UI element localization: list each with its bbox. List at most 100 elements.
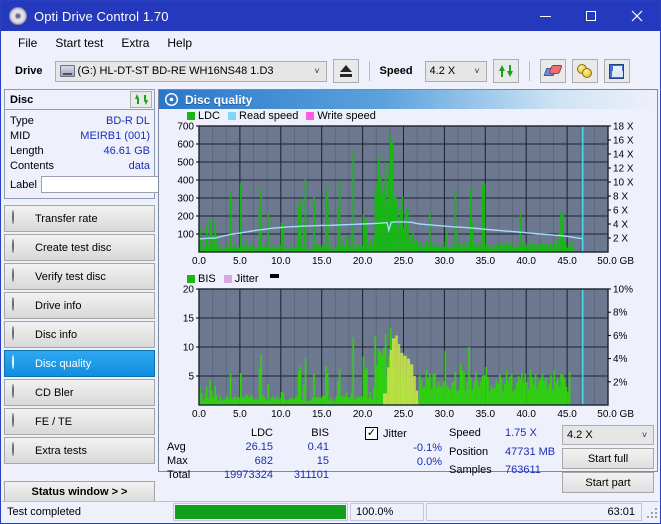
svg-text:100: 100 xyxy=(177,230,194,241)
svg-text:500: 500 xyxy=(177,158,194,169)
speed-label: Speed xyxy=(379,65,413,77)
legend-label-jitter: Jitter xyxy=(234,272,259,285)
progress-bar xyxy=(173,503,348,521)
legend-label-ldc: LDC xyxy=(198,109,221,122)
close-button[interactable] xyxy=(614,1,660,31)
disc-icon xyxy=(12,268,27,284)
svg-text:10 X: 10 X xyxy=(613,178,634,189)
disc-panel-title: Disc xyxy=(10,93,34,106)
stats-row-label-total: Total xyxy=(167,469,191,481)
speed-select-value: 4.2 X xyxy=(429,65,456,77)
test-speed-value: 4.2 X xyxy=(567,429,593,441)
action-buttons: 4.2 X ˅ Start full Start part xyxy=(562,425,654,493)
sidebar-item-create-test-disc[interactable]: Create test disc xyxy=(4,234,155,261)
maximize-button[interactable] xyxy=(568,1,614,31)
legend-swatch-bis xyxy=(187,274,195,283)
legend-swatch-write-speed xyxy=(306,111,315,120)
menu-start-test[interactable]: Start test xyxy=(46,34,112,52)
status-window-button[interactable]: Status window > > xyxy=(4,481,155,502)
toolbar: Drive (G:) HL-DT-ST BD-RE WH16NS48 1.D3 … xyxy=(1,55,660,87)
refresh-button[interactable] xyxy=(492,59,519,83)
test-speed-select[interactable]: 4.2 X ˅ xyxy=(562,425,654,445)
speed-select[interactable]: 4.2 X ˅ xyxy=(424,60,487,82)
progress-percent: 100.0% xyxy=(350,503,424,521)
bis-plot: 5 10 15 20 2% 4% 6% 8% 10% 0.0 5.0 10.0 15.0 20.0 25.0… xyxy=(183,285,634,420)
svg-text:5.0: 5.0 xyxy=(233,409,247,420)
svg-text:20.0: 20.0 xyxy=(353,409,373,420)
menu-file[interactable]: File xyxy=(9,34,46,52)
menu-help[interactable]: Help xyxy=(158,34,201,52)
bookmark-button[interactable] xyxy=(571,59,598,83)
sidebar-item-disc-quality[interactable]: Disc quality xyxy=(4,350,155,377)
sidebar-item-verify-test-disc[interactable]: Verify test disc xyxy=(4,263,155,290)
svg-text:40.0: 40.0 xyxy=(516,409,536,420)
ldc-plot: 100 200 300 400 500 600 700 2 X 4 X 6 X 8 X 10 X 12 … xyxy=(177,122,634,267)
svg-text:16 X: 16 X xyxy=(613,136,634,147)
status-window-label: Status window > > xyxy=(31,485,128,498)
resize-grip-icon[interactable] xyxy=(645,506,657,518)
svg-text:40.0: 40.0 xyxy=(516,256,536,267)
speed-info-label: Speed xyxy=(449,427,481,439)
run-info: Speed 1.75 X Position 47731 MB Samples 7… xyxy=(449,427,573,481)
stats-total-bis: 311101 xyxy=(293,469,329,481)
svg-text:5.0: 5.0 xyxy=(233,256,247,267)
disc-icon xyxy=(165,93,178,106)
chevron-down-icon: ˅ xyxy=(474,66,480,76)
start-full-label: Start full xyxy=(587,452,629,465)
stats-header-ldc: LDC xyxy=(250,427,273,439)
refresh-icon xyxy=(134,93,148,106)
save-icon xyxy=(609,63,625,79)
menu-bar: File Start test Extra Help xyxy=(1,31,660,55)
disc-row-length-value: 46.61 GB xyxy=(103,144,150,157)
jitter-column: ✓ Jitter -0.1% 0.0% xyxy=(335,427,443,481)
sidebar-item-transfer-rate[interactable]: Transfer rate xyxy=(4,205,155,232)
minimize-button[interactable] xyxy=(522,1,568,31)
svg-text:6%: 6% xyxy=(613,331,628,342)
svg-text:45.0: 45.0 xyxy=(557,409,577,420)
jitter-checkbox[interactable]: ✓ xyxy=(365,427,378,440)
sidebar-item-label: Extra tests xyxy=(35,444,87,457)
drive-select[interactable]: (G:) HL-DT-ST BD-RE WH16NS48 1.D3 ˅ xyxy=(54,60,327,82)
stats-avg-bis: 0.41 xyxy=(307,441,329,453)
svg-text:50.0 GB: 50.0 GB xyxy=(597,409,634,420)
svg-text:50.0 GB: 50.0 GB xyxy=(597,256,634,267)
legend-label-read-speed: Read speed xyxy=(239,109,299,122)
disc-row-mid-value: MEIRB1 (001) xyxy=(80,129,150,142)
sidebar-item-disc-info[interactable]: Disc info xyxy=(4,321,155,348)
svg-text:12 X: 12 X xyxy=(613,164,634,175)
sidebar-item-cd-bler[interactable]: CD Bler xyxy=(4,379,155,406)
stats-total-ldc: 19973324 xyxy=(224,469,273,481)
disc-icon xyxy=(12,442,27,458)
sidebar-item-fe-te[interactable]: FE / TE xyxy=(4,408,155,435)
start-full-button[interactable]: Start full xyxy=(562,448,654,469)
disc-icon xyxy=(12,210,27,226)
eject-icon xyxy=(339,65,352,77)
panel-title: Disc quality xyxy=(185,92,253,107)
sidebar-item-drive-info[interactable]: Drive info xyxy=(4,292,155,319)
disc-row-mid-key: MID xyxy=(10,129,31,142)
disc-refresh-button[interactable] xyxy=(130,91,152,108)
disc-row-contents: Contents data xyxy=(10,158,150,173)
start-part-button[interactable]: Start part xyxy=(562,472,654,493)
ldc-legend: LDC Read speed Write speed xyxy=(159,109,657,122)
legend-swatch-read-speed xyxy=(228,111,237,120)
status-bar: Test completed 100.0% 63:01 xyxy=(2,501,659,522)
disc-icon xyxy=(12,355,27,371)
drive-label: Drive xyxy=(15,65,43,77)
app-window: Opti Drive Control 1.70 File Start test … xyxy=(0,0,661,524)
menu-extra[interactable]: Extra xyxy=(112,34,158,52)
erase-button[interactable] xyxy=(539,59,566,83)
disc-icon xyxy=(12,326,27,342)
disc-icon xyxy=(12,384,27,400)
chevron-down-icon: ˅ xyxy=(314,66,320,76)
sidebar-item-label: Verify test disc xyxy=(35,270,106,283)
coins-icon xyxy=(576,64,593,78)
save-button[interactable] xyxy=(603,59,630,83)
sidebar-item-extra-tests[interactable]: Extra tests xyxy=(4,437,155,464)
drive-icon xyxy=(59,65,75,77)
svg-text:600: 600 xyxy=(177,140,194,151)
svg-text:200: 200 xyxy=(177,212,194,223)
stats-corner xyxy=(167,427,201,439)
stats-avg-ldc: 26.15 xyxy=(245,441,273,453)
eject-button[interactable] xyxy=(332,59,359,83)
